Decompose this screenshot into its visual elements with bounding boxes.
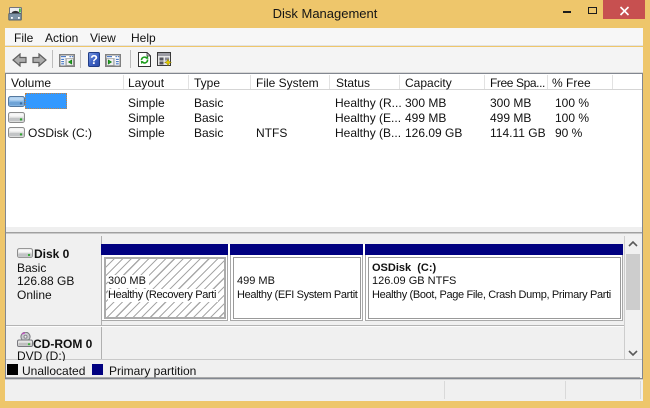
svg-text:?: ? (90, 53, 98, 67)
